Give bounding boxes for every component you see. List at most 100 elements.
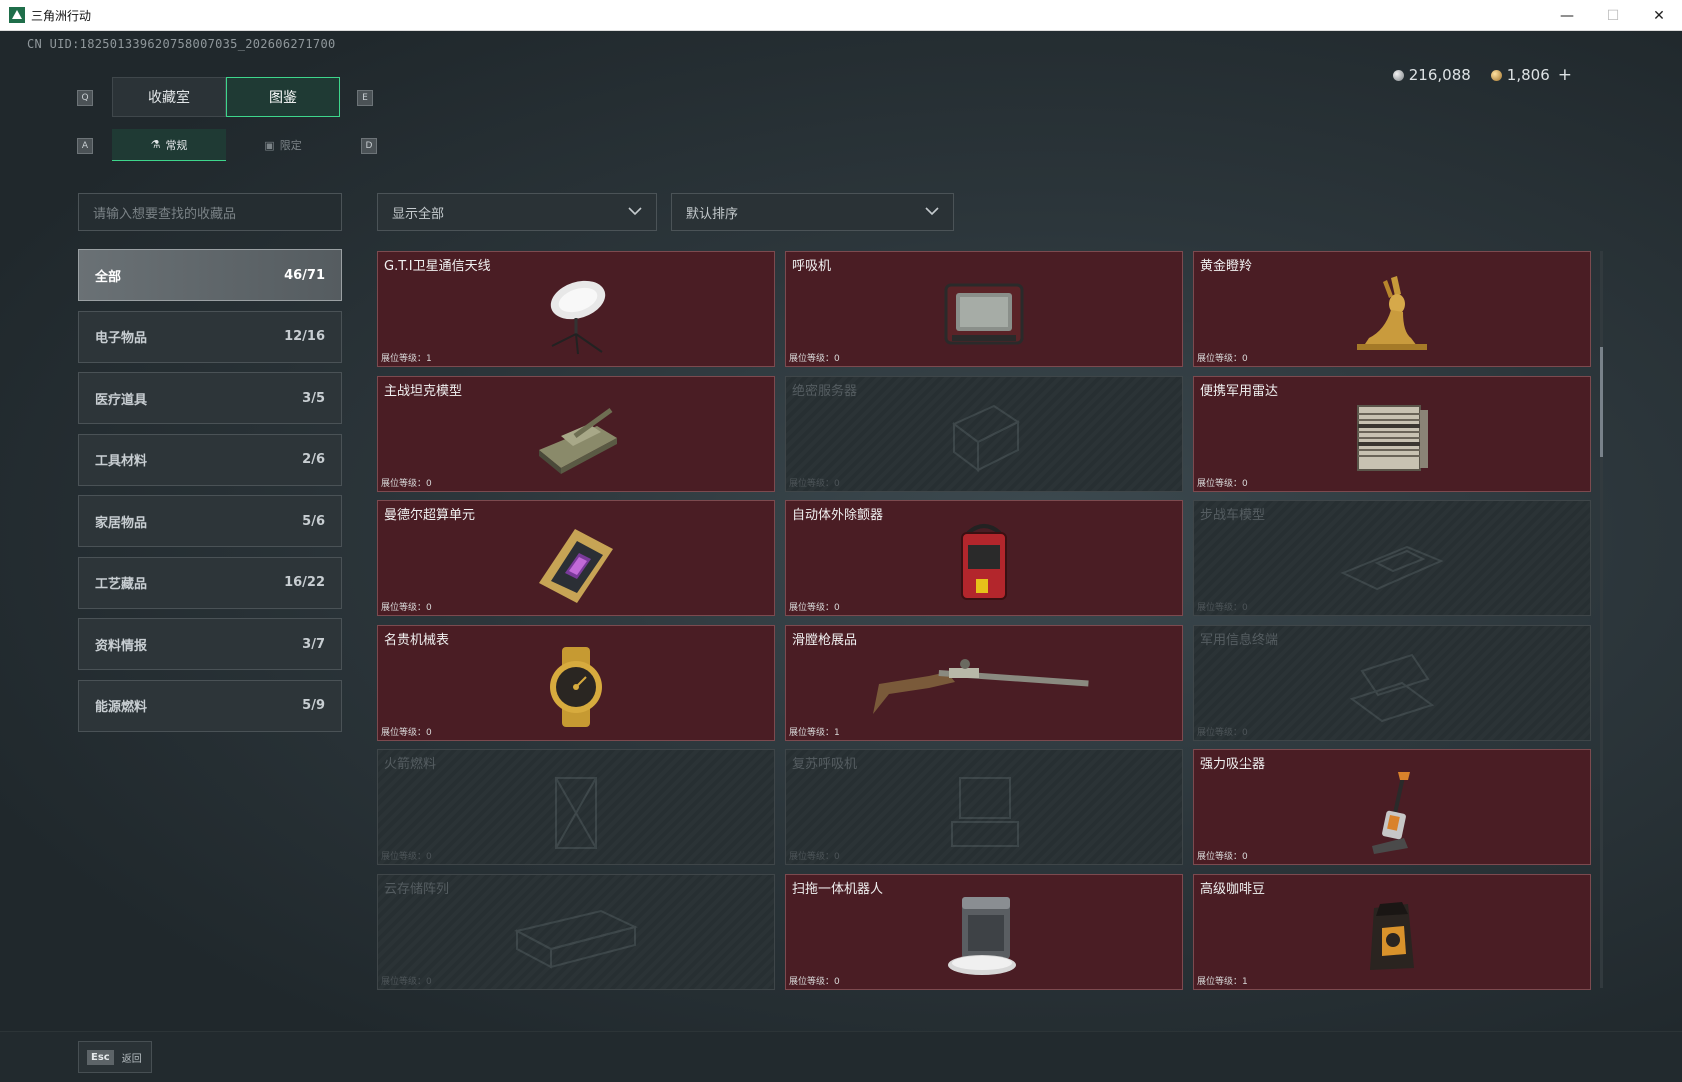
item-card[interactable]: G.T.I卫星通信天线 展位等级：1 — [377, 251, 775, 367]
vacuum-icon — [1372, 771, 1410, 854]
item-card[interactable]: 滑膛枪展品 展位等级：1 — [785, 624, 1183, 741]
item-name: 扫拖一体机器人 — [792, 881, 884, 897]
watch-icon — [550, 647, 602, 728]
close-button[interactable]: ✕ — [1636, 0, 1682, 31]
category-intel[interactable]: 资料情报 3/7 — [78, 618, 342, 670]
coffee-beans-icon — [1370, 902, 1414, 971]
back-label: 返回 — [121, 1053, 142, 1065]
sub-tabs: ⚗ 常规 ▣ 限定 — [112, 129, 340, 161]
item-level: 展位等级：0 — [789, 478, 840, 489]
item-level: 展位等级：0 — [381, 478, 432, 489]
item-card[interactable]: 名贵机械表 展位等级：0 — [377, 624, 775, 741]
category-count: 46/71 — [284, 267, 325, 283]
flask-icon: ⚗ — [150, 138, 161, 151]
item-card[interactable]: 绝密服务器 展位等级：0 — [785, 375, 1183, 492]
sort-dropdown[interactable]: 默认排序 — [671, 193, 954, 231]
category-household[interactable]: 家居物品 5/6 — [78, 495, 342, 547]
back-button[interactable]: Esc 返回 — [78, 1041, 152, 1073]
item-name: 火箭燃料 — [384, 757, 437, 772]
item-card[interactable]: 步战车模型 展位等级：0 — [1193, 500, 1591, 616]
category-count: 2/6 — [302, 452, 325, 467]
subtab-limited[interactable]: ▣ 限定 — [226, 129, 340, 161]
category-label: 电子物品 — [95, 331, 148, 346]
add-currency-button[interactable]: + — [1558, 65, 1572, 85]
item-level: 展位等级：1 — [789, 727, 840, 738]
item-card[interactable]: 自动体外除颤器 展位等级：0 — [785, 500, 1183, 616]
category-count: 3/5 — [302, 390, 325, 406]
key-hint-prev-subtab[interactable]: A — [77, 138, 93, 154]
item-level: 展位等级：0 — [1197, 478, 1248, 489]
item-name: G.T.I卫星通信天线 — [384, 259, 491, 274]
item-card[interactable]: 复苏呼吸机 展位等级：0 — [785, 749, 1183, 865]
chevron-down-icon — [628, 207, 642, 216]
silver-coin-icon — [1392, 69, 1404, 81]
search-input[interactable]: 请输入想要查找的收藏品 — [78, 193, 342, 231]
item-name: 军用信息终端 — [1200, 632, 1279, 648]
storage-array-icon — [514, 909, 638, 969]
item-name: 便携军用雷达 — [1200, 383, 1279, 399]
tab-collection-room[interactable]: 收藏室 — [112, 77, 226, 117]
musket-icon — [873, 659, 1089, 715]
key-hint-prev-tab[interactable]: Q — [77, 90, 93, 106]
item-card[interactable]: 呼吸机 展位等级：0 — [785, 251, 1183, 367]
item-level: 展位等级：0 — [789, 603, 840, 613]
frame-icon: ▣ — [264, 138, 275, 152]
category-list: 全部 46/71 电子物品 12/16 医疗道具 3/5 工具材料 2/6 家居… — [78, 249, 342, 741]
key-hint-next-tab[interactable]: E — [357, 90, 373, 106]
esc-key-hint: Esc — [87, 1049, 114, 1065]
show-filter-value: 显示全部 — [392, 206, 445, 222]
item-level: 展位等级：1 — [1197, 976, 1248, 987]
item-card[interactable]: 曼德尔超算单元 展位等级：0 — [377, 500, 775, 616]
item-level: 展位等级：0 — [1197, 727, 1248, 738]
tank-model-icon — [539, 408, 617, 475]
category-medical[interactable]: 医疗道具 3/5 — [78, 372, 342, 424]
category-tools[interactable]: 工具材料 2/6 — [78, 433, 342, 486]
item-card[interactable]: 高级咖啡豆 展位等级：1 — [1193, 873, 1591, 990]
category-label: 资料情报 — [95, 638, 148, 654]
item-name: 自动体外除颤器 — [792, 508, 884, 523]
item-level: 展位等级：0 — [381, 852, 432, 862]
minimize-button[interactable]: — — [1544, 0, 1590, 31]
category-count: 12/16 — [284, 329, 325, 344]
item-name: 强力吸尘器 — [1200, 757, 1266, 772]
game-viewport: CN UID:182501339620758007035_20260627170… — [0, 31, 1682, 1082]
computing-unit-icon — [539, 528, 613, 603]
item-name: 黄金瞪羚 — [1200, 259, 1253, 274]
item-card[interactable]: 扫拖一体机器人 展位等级：0 — [785, 873, 1183, 990]
category-crafts[interactable]: 工艺藏品 16/22 — [78, 556, 342, 609]
subtab-regular-label: 常规 — [165, 138, 188, 152]
gold-coin-icon — [1490, 69, 1502, 81]
item-name: 高级咖啡豆 — [1200, 881, 1266, 897]
category-all[interactable]: 全部 46/71 — [78, 249, 342, 301]
item-name: 绝密服务器 — [792, 383, 858, 399]
grid-scrollbar-thumb[interactable] — [1600, 347, 1603, 457]
main-tabs: 收藏室 图鉴 — [112, 77, 340, 117]
category-count: 5/9 — [302, 698, 325, 713]
category-label: 工具材料 — [95, 454, 148, 469]
show-filter-dropdown[interactable]: 显示全部 — [377, 193, 657, 231]
category-count: 16/22 — [284, 575, 325, 590]
item-card[interactable]: 便携军用雷达 展位等级：0 — [1193, 375, 1591, 492]
maximize-button[interactable]: ☐ — [1590, 0, 1636, 31]
category-label: 全部 — [95, 269, 122, 285]
radar-icon — [1357, 405, 1428, 472]
item-card[interactable]: 军用信息终端 展位等级：0 — [1193, 624, 1591, 741]
item-level: 展位等级：0 — [789, 976, 840, 987]
item-card[interactable]: 主战坦克模型 展位等级：0 — [377, 375, 775, 492]
item-level: 展位等级：0 — [381, 727, 432, 738]
silver-amount: 216,088 — [1408, 66, 1471, 84]
server-icon — [952, 404, 1020, 473]
rocket-fuel-icon — [555, 776, 597, 849]
chevron-down-icon — [925, 207, 939, 216]
item-card[interactable]: 强力吸尘器 展位等级：0 — [1193, 749, 1591, 865]
key-hint-next-subtab[interactable]: D — [361, 138, 377, 154]
item-card[interactable]: 火箭燃料 展位等级：0 — [377, 749, 775, 865]
item-card[interactable]: 黄金瞪羚 展位等级：0 — [1193, 251, 1591, 367]
category-electronics[interactable]: 电子物品 12/16 — [78, 310, 342, 363]
category-energy[interactable]: 能源燃料 5/9 — [78, 679, 342, 732]
tab-catalog[interactable]: 图鉴 — [226, 77, 340, 117]
item-card[interactable]: 云存储阵列 展位等级：0 — [377, 873, 775, 990]
currency-display: 216,088 1,806 + — [1392, 65, 1572, 85]
subtab-regular[interactable]: ⚗ 常规 — [112, 129, 226, 161]
item-name: 曼德尔超算单元 — [384, 508, 476, 523]
